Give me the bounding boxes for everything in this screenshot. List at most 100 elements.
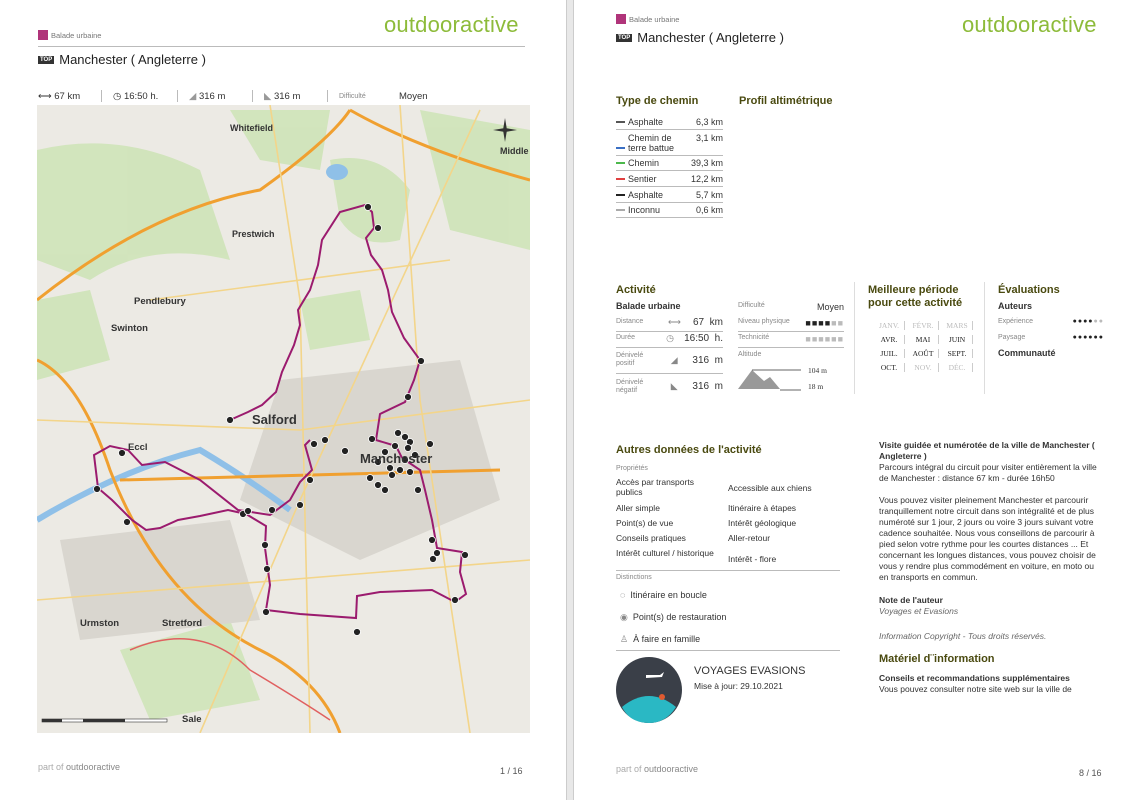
month: AVR.: [874, 335, 905, 344]
route-stop-marker: [388, 471, 396, 479]
place-label: Stretford: [162, 618, 202, 629]
family-icon: ♙: [620, 634, 629, 644]
page-1: outdooractive Balade urbaine TOP Manchest…: [0, 0, 566, 800]
route-stop-marker: [364, 203, 372, 211]
place-label: Prestwich: [232, 229, 275, 239]
legend-swatch: [616, 194, 625, 196]
path-type-row: Chemin 39,3 km: [616, 158, 723, 171]
ascent-icon: ◢: [670, 354, 678, 365]
path-type-value: 5,7 km: [695, 190, 723, 200]
season-heading: Meilleure période pour cette activité: [868, 284, 963, 309]
ratings-authors: Auteurs: [998, 301, 1033, 311]
difficulty-value: Moyen: [399, 90, 428, 102]
category-label: Balade urbaine: [629, 14, 680, 24]
path-type-row: Asphalte 6,3 km: [616, 117, 723, 130]
property-item: Aller-retour: [728, 533, 771, 543]
property-item: Intérêt géologique: [728, 518, 797, 528]
page-number: 8 / 16: [1079, 768, 1102, 778]
distinction-loop: ◌ Itinéraire en boucle: [620, 590, 707, 600]
activity-heading: Activité: [616, 284, 656, 296]
page-separator: [566, 0, 574, 800]
path-type-name: Chemin: [628, 158, 660, 168]
author-updated: Mise à jour: 29.10.2021: [694, 681, 783, 691]
month: OCT.: [874, 363, 905, 372]
route-map[interactable]: Whitefield Prestwich Pendlebury Swinton …: [37, 105, 530, 733]
route-stop-marker: [341, 447, 349, 455]
route-stop-marker: [353, 628, 361, 636]
legend-swatch: [616, 209, 625, 211]
altitude-max: 104 m: [808, 366, 827, 375]
route-stop-marker: [123, 518, 131, 526]
page-title: TOP Manchester ( Angleterre ): [616, 30, 784, 45]
path-type-row: Asphalte 5,7 km: [616, 190, 723, 203]
legend-swatch: [616, 178, 625, 180]
month: JUIN: [942, 335, 973, 344]
act-difficulty: Difficulté Moyen: [738, 302, 844, 312]
footer-brand: part of outdooractive: [38, 762, 121, 772]
property-item: Conseils pratiques: [616, 533, 686, 543]
distinction-food: ◉ Point(s) de restauration: [620, 612, 727, 622]
month: MAI: [908, 335, 939, 344]
altitude-label: Altitude: [738, 351, 762, 358]
month: SEPT.: [942, 349, 973, 358]
path-type-row: Chemin de terre battue 3,1 km: [616, 133, 723, 156]
clock-icon: ◷: [666, 332, 674, 343]
brand-logo: outdooractive: [384, 12, 519, 37]
route-stop-marker: [374, 481, 382, 489]
route-stop-marker: [226, 416, 234, 424]
route-stop-marker: [374, 224, 382, 232]
description-p1: Parcours intégral du circuit pour visite…: [879, 462, 1097, 483]
route-stop-marker: [261, 541, 269, 549]
place-label: Eccl: [128, 442, 148, 453]
route-stop-marker: [451, 596, 459, 604]
property-item: Aller simple: [616, 503, 660, 513]
loop-icon: ◌: [620, 590, 626, 600]
route-stop-marker: [394, 429, 402, 437]
ascent-icon: ◢: [189, 90, 197, 102]
description-title: Visite guidée et numérotée de la ville d…: [879, 440, 1095, 461]
route-stop-marker: [406, 468, 414, 476]
season-months: JANV. FÉVR. MARS AVR. MAI JUIN JUIL. AOÛT SEPT. O…: [874, 321, 976, 372]
material-heading: Matériel d¨information: [879, 653, 995, 665]
place-label: Middle: [500, 146, 529, 156]
route-stop-marker: [429, 555, 437, 563]
difficulty-label: Difficulté: [339, 92, 366, 100]
route-stop-marker: [404, 393, 412, 401]
property-item: Itinéraire à étapes: [728, 503, 797, 513]
route-stop-marker: [428, 536, 436, 544]
path-type-name: Asphalte: [628, 190, 664, 200]
profile-heading: Profil altimétrique: [739, 95, 833, 107]
clock-icon: ◷: [113, 90, 122, 102]
author-name[interactable]: VOYAGES EVASIONS: [694, 665, 805, 677]
walking-icon: [616, 14, 626, 24]
rating-experience: Expérience ●●●●●●: [998, 318, 1104, 325]
stat-distance: ⟷ 67 km: [38, 90, 81, 102]
title-text: Manchester ( Angleterre ): [637, 30, 784, 45]
description: Visite guidée et numérotée de la ville d…: [879, 440, 1099, 695]
route-stop-marker: [426, 440, 434, 448]
elevation-profile-chart: m10080604020km102030405060: [744, 115, 1140, 260]
restaurant-icon: ◉: [620, 612, 628, 622]
place-label: Urmston: [80, 618, 119, 629]
activity-row: Durée ◷ 16:50 h.: [616, 332, 723, 348]
route-stop-marker: [310, 440, 318, 448]
place-label: Salford: [252, 412, 297, 427]
footer-brand: part of outdooractive: [616, 764, 699, 774]
path-type-name: Inconnu: [628, 205, 661, 215]
act-physical: Niveau physique ■■■■■■: [738, 318, 844, 332]
author-avatar: [616, 657, 682, 723]
act-technique: Technicité ■■■■■■: [738, 334, 844, 348]
property-item: Intérêt - flore: [728, 554, 777, 564]
property-item: Accessible aux chiens: [728, 483, 812, 493]
path-type-name: Asphalte: [628, 117, 664, 127]
stat-ascent: ◢ 316 m: [189, 90, 226, 102]
route-stop-marker: [93, 485, 101, 493]
route-stop-marker: [244, 507, 252, 515]
route-stop-marker: [263, 565, 271, 573]
path-type-row: Inconnu 0,6 km: [616, 205, 723, 218]
property-item: Point(s) de vue: [616, 518, 674, 528]
place-label: Whitefield: [230, 123, 273, 133]
legend-swatch: [616, 121, 625, 123]
rating-landscape: Paysage ●●●●●●: [998, 334, 1104, 341]
path-type-value: 0,6 km: [695, 205, 723, 215]
